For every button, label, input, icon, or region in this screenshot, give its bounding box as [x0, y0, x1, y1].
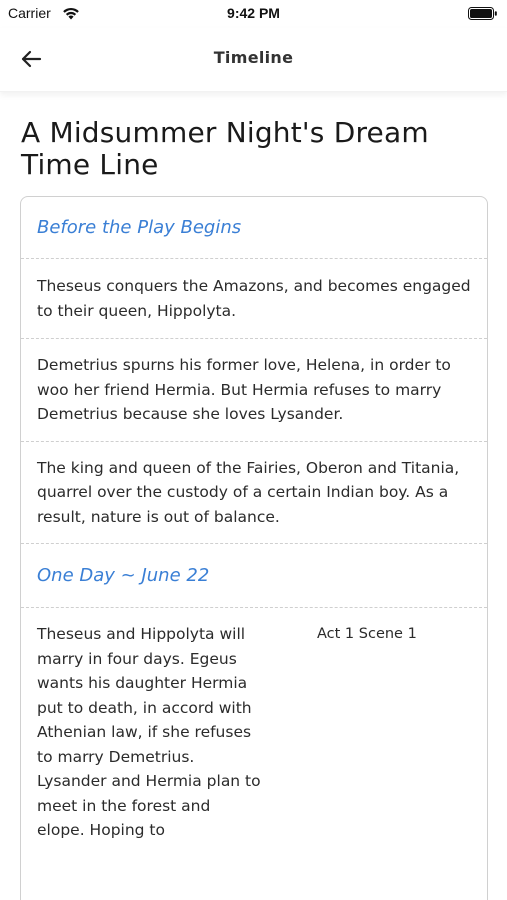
nav-bar: Timeline — [0, 28, 507, 92]
timeline-event: Theseus conquers the Amazons, and become… — [21, 259, 487, 339]
timeline-event: Demetrius spurns his former love, Helena… — [21, 339, 487, 442]
timeline-card: Before the Play Begins Theseus conquers … — [20, 196, 488, 900]
battery-icon — [468, 7, 497, 20]
scene-event-row: Theseus and Hippolyta will marry in four… — [21, 608, 487, 857]
status-bar: Carrier 9:42 PM — [0, 0, 507, 28]
section-header-one-day: One Day ~ June 22 — [21, 544, 487, 608]
section-header-before-play: Before the Play Begins — [21, 197, 487, 259]
scene-reference: Act 1 Scene 1 — [317, 626, 417, 642]
nav-title: Timeline — [213, 48, 294, 67]
page-title: A Midsummer Night's Dream Time Line — [21, 116, 429, 181]
timeline-event: The king and queen of the Fairies, Obero… — [21, 442, 487, 544]
status-time: 9:42 PM — [227, 5, 280, 21]
scene-event-text: Theseus and Hippolyta will marry in four… — [37, 625, 261, 839]
